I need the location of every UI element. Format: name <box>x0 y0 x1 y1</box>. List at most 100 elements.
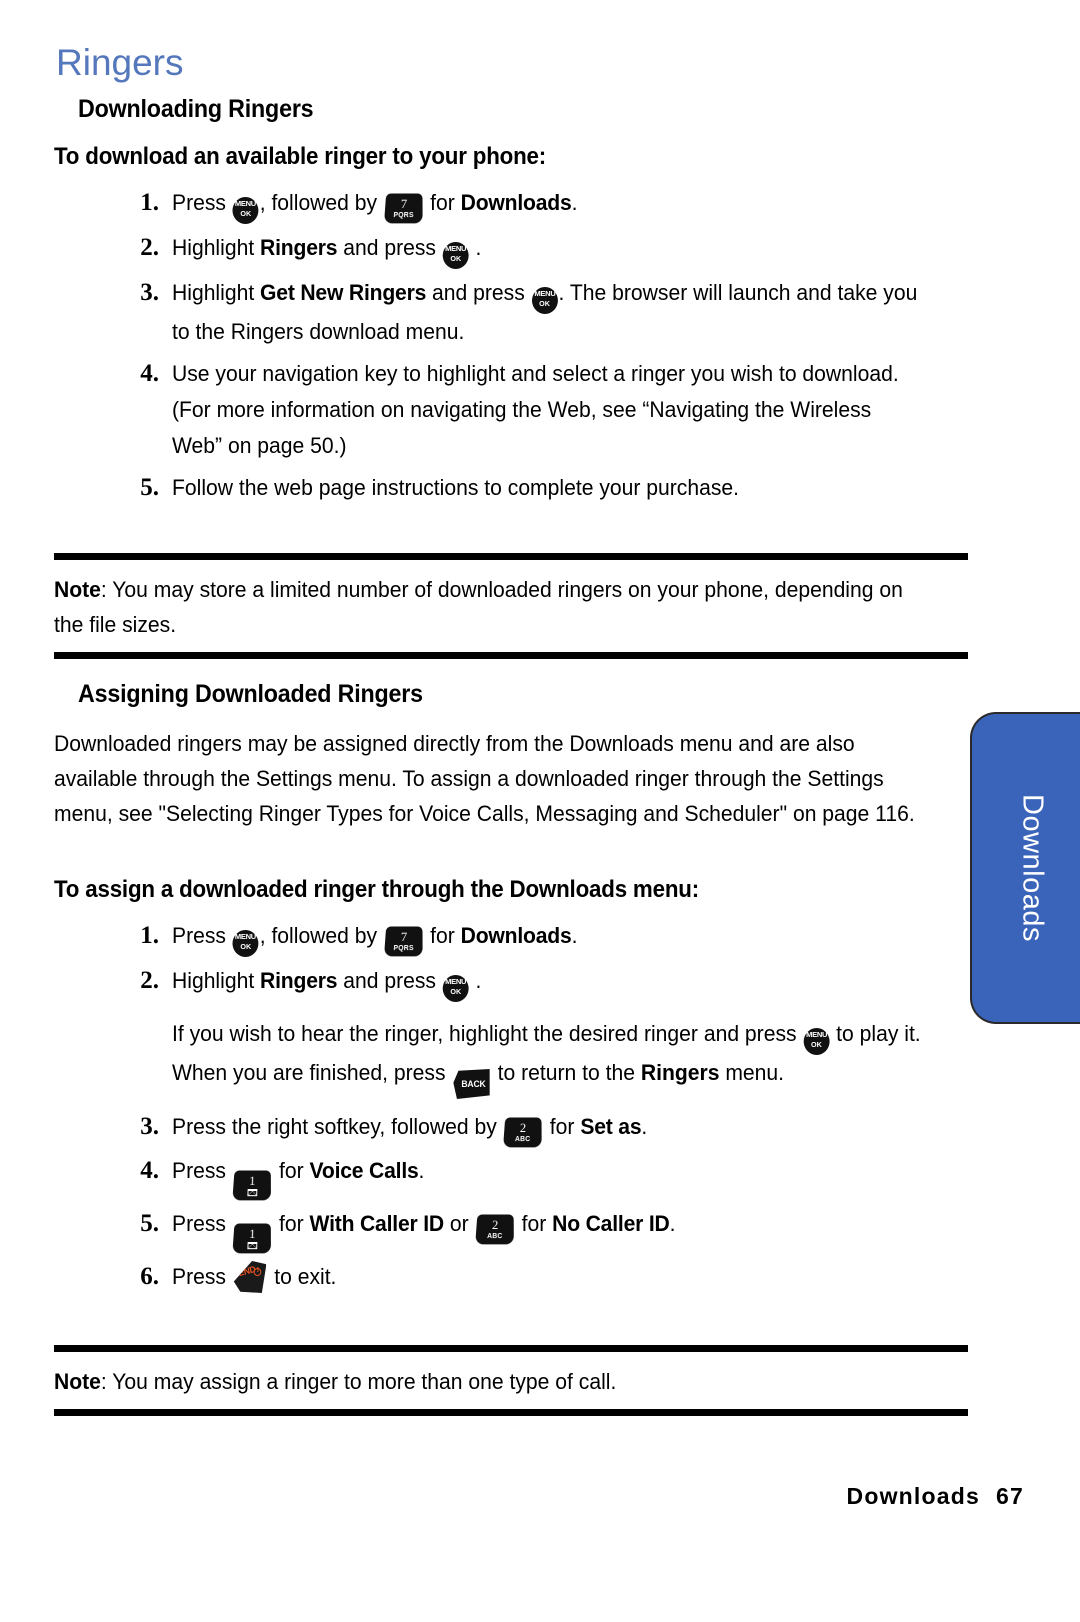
step-fragment: and press <box>426 280 531 305</box>
note-body: : You may assign a ringer to more than o… <box>100 1369 617 1394</box>
menu-ok-key-line2: OK <box>240 942 252 951</box>
note-body: : You may store a limited number of down… <box>54 577 903 637</box>
section-heading-downloading-ringers: Downloading Ringers <box>78 95 314 123</box>
page-footer: Downloads 67 <box>847 1483 1024 1510</box>
step-text: Use your navigation key to highlight and… <box>172 361 899 458</box>
step-number: 5. <box>140 1210 159 1237</box>
side-tab-downloads[interactable]: Downloads <box>970 712 1080 1024</box>
step-item: 4. Press 1 for Voice Calls. <box>128 1153 968 1201</box>
sub-fragment: to return to the <box>491 1060 641 1085</box>
section-subheading-download-ringer: To download an available ringer to your … <box>54 143 547 170</box>
step-fragment: . <box>571 923 578 948</box>
sub-paragraph-item: If you wish to hear the ringer, highligh… <box>128 1016 968 1099</box>
step-item: 1. Press MENU OK, followed by 7 PQRS for D… <box>128 185 958 224</box>
step-fragment: . <box>571 190 578 215</box>
step-bold-ringers: Ringers <box>260 235 338 260</box>
envelope-icon <box>247 1242 258 1250</box>
step-fragment: and press <box>337 235 442 260</box>
step-fragment: for <box>424 923 461 948</box>
keypad-1-number: 1 <box>249 1226 256 1241</box>
menu-ok-key-icon[interactable]: MENU OK <box>232 930 259 957</box>
note-label: Note <box>54 1369 101 1394</box>
step-fragment: for <box>273 1211 310 1236</box>
step-number: 3. <box>140 279 159 306</box>
menu-ok-key-line2: OK <box>539 299 550 308</box>
step-fragment: . <box>469 235 482 260</box>
menu-ok-key-icon[interactable]: MENU OK <box>803 1028 830 1055</box>
step-item: 4. Use your navigation key to highlight … <box>128 356 958 464</box>
keypad-7-letters: PQRS <box>393 212 414 220</box>
step-fragment: for <box>424 190 461 215</box>
sub-paragraph-text: If you wish to hear the ringer, highligh… <box>172 1016 936 1099</box>
page-title: Ringers <box>56 42 184 83</box>
manual-page: Ringers Downloading Ringers To download … <box>0 0 1080 1622</box>
step-item: 2. Highlight Ringers and press MENU OK . <box>128 963 968 1002</box>
steps-list-download: 1. Press MENU OK, followed by 7 PQRS for D… <box>128 185 958 512</box>
keypad-2-key-icon[interactable]: 2 ABC <box>503 1117 543 1148</box>
menu-ok-key-line1: MENU <box>805 1030 827 1039</box>
step-text: Highlight Ringers and press MENU OK . <box>172 230 927 269</box>
step-number: 4. <box>140 360 159 387</box>
menu-ok-key-icon[interactable]: MENU OK <box>232 197 259 224</box>
keypad-1-key-icon[interactable]: 1 <box>232 1170 272 1201</box>
side-tab-label: Downloads <box>1016 794 1049 942</box>
section-heading-assigning-ringers: Assigning Downloaded Ringers <box>78 680 423 708</box>
step-bold-set-as: Set as <box>580 1114 642 1139</box>
keypad-2-key-icon[interactable]: 2 ABC <box>475 1214 514 1245</box>
step-fragment: Press <box>172 1158 232 1183</box>
step-item: 1. Press MENU OK, followed by 7 PQRS for D… <box>128 918 968 957</box>
step-number: 6. <box>140 1263 159 1290</box>
step-item: 3. Highlight Get New Ringers and press M… <box>128 275 958 350</box>
menu-ok-key-line2: OK <box>450 987 462 996</box>
step-fragment: , followed by <box>259 923 383 948</box>
menu-ok-key-icon[interactable]: MENU OK <box>442 242 469 269</box>
end-key-icon[interactable]: END <box>233 1261 267 1293</box>
note-label: Note <box>54 577 101 602</box>
step-number: 1. <box>140 189 159 216</box>
step-text: Follow the web page instructions to comp… <box>172 475 740 500</box>
note-bottom-rule <box>54 1409 968 1416</box>
step-fragment: and press <box>337 968 442 993</box>
step-item: 2. Highlight Ringers and press MENU OK . <box>128 230 958 269</box>
keypad-7-key-icon[interactable]: 7 PQRS <box>383 193 423 224</box>
step-number: 4. <box>140 1157 159 1184</box>
step-fragment: . <box>669 1211 676 1236</box>
menu-ok-key-line2: OK <box>810 1040 822 1049</box>
step-text: Press END to exit. <box>172 1259 936 1295</box>
step-fragment: to exit. <box>268 1264 337 1289</box>
steps-list-assign: 1. Press MENU OK, followed by 7 PQRS for D… <box>128 918 968 1301</box>
section-intro-paragraph: Downloaded ringers may be assigned direc… <box>54 731 915 826</box>
note-text: Note: You may store a limited number of … <box>54 560 931 652</box>
step-text: Press MENU OK, followed by 7 PQRS for Down… <box>172 918 936 957</box>
menu-ok-key-icon[interactable]: MENU OK <box>531 287 558 314</box>
keypad-7-letters: PQRS <box>393 945 414 953</box>
note-top-rule <box>54 1345 968 1352</box>
step-number: 2. <box>140 967 159 994</box>
step-item: 6. Press END to exit. <box>128 1259 968 1295</box>
step-bold-with-caller-id: With Caller ID <box>309 1211 445 1236</box>
step-fragment: or <box>443 1211 475 1236</box>
step-number: 1. <box>140 922 159 949</box>
step-item: 3. Press the right softkey, followed by … <box>128 1109 968 1148</box>
step-fragment: , followed by <box>259 190 383 215</box>
step-fragment: . <box>418 1158 425 1183</box>
step-fragment: Press <box>172 923 232 948</box>
menu-ok-key-line1: MENU <box>235 932 257 941</box>
step-bold-downloads: Downloads <box>460 923 572 948</box>
keypad-2-number: 2 <box>491 1217 499 1232</box>
step-text: Highlight Get New Ringers and press MENU… <box>172 275 927 350</box>
keypad-7-key-icon[interactable]: 7 PQRS <box>383 926 423 957</box>
menu-ok-key-icon[interactable]: MENU OK <box>442 975 469 1002</box>
footer-section-name: Downloads <box>846 1483 981 1509</box>
step-fragment: Press <box>172 1211 232 1236</box>
note-block-storage: Note: You may store a limited number of … <box>54 553 968 659</box>
step-text: Highlight Ringers and press MENU OK . <box>172 963 936 1002</box>
step-bold-no-caller-id: No Caller ID <box>552 1211 670 1236</box>
step-fragment: Press <box>172 1264 232 1289</box>
keypad-1-key-icon[interactable]: 1 <box>232 1223 272 1254</box>
menu-ok-key-line1: MENU <box>235 199 257 208</box>
note-bottom-rule <box>54 652 968 659</box>
back-key-icon[interactable]: BACK <box>453 1069 490 1099</box>
step-bold-get-new-ringers: Get New Ringers <box>260 280 427 305</box>
note-block-multiple-types: Note: You may assign a ringer to more th… <box>54 1345 968 1416</box>
